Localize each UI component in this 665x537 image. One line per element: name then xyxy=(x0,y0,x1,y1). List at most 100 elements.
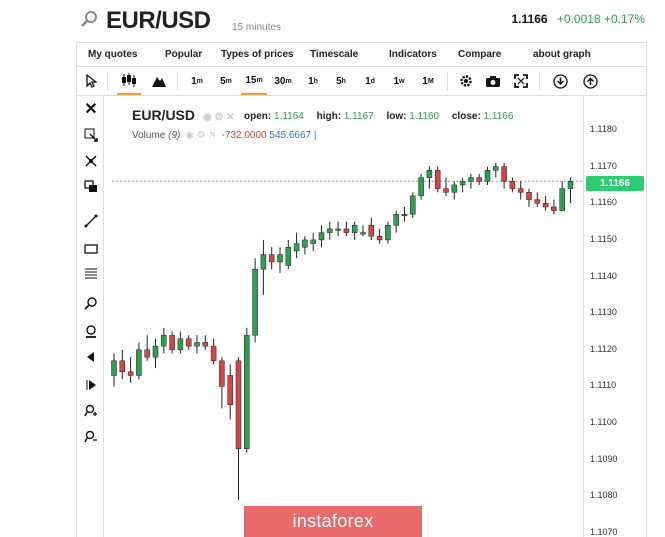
zoom-minus-icon[interactable] xyxy=(83,430,99,446)
volume-settings-icon[interactable]: ◉ ⚙ ✕ xyxy=(185,130,217,141)
candle[interactable] xyxy=(111,360,117,376)
candle[interactable] xyxy=(335,228,341,231)
candle[interactable] xyxy=(459,181,466,186)
timeframe-5h[interactable]: 5h xyxy=(329,67,353,95)
menu-types-of-prices[interactable]: Types of prices xyxy=(221,49,294,60)
visibility-icon[interactable]: ◉ ⚙ ✕ xyxy=(203,112,235,123)
candle[interactable] xyxy=(526,192,532,200)
candle[interactable] xyxy=(177,338,184,351)
cursor-icon[interactable] xyxy=(81,67,101,95)
menu-indicators[interactable]: Indicators xyxy=(389,49,437,60)
candle[interactable] xyxy=(244,334,250,449)
candle[interactable] xyxy=(277,254,283,263)
candle[interactable] xyxy=(268,254,275,263)
candle[interactable] xyxy=(302,239,308,248)
arrow-right-icon[interactable] xyxy=(83,378,99,394)
candle[interactable] xyxy=(185,338,192,347)
candlestick-chart[interactable] xyxy=(104,96,583,537)
current-price: 1.1166 xyxy=(511,12,548,26)
zoom-plus-icon[interactable] xyxy=(83,404,99,420)
candle[interactable] xyxy=(567,181,574,189)
candle[interactable] xyxy=(202,342,209,347)
candle[interactable] xyxy=(509,181,516,189)
candle[interactable] xyxy=(493,166,499,171)
candle[interactable] xyxy=(385,225,391,241)
candle[interactable] xyxy=(119,360,126,373)
candle[interactable] xyxy=(318,232,325,241)
upload-icon[interactable] xyxy=(579,67,601,95)
timeframe-5m[interactable]: 5m xyxy=(214,67,238,95)
candle[interactable] xyxy=(161,334,167,347)
candle[interactable] xyxy=(468,177,474,182)
candle[interactable] xyxy=(343,228,350,233)
candle[interactable] xyxy=(376,235,383,241)
menu-about-graph[interactable]: about graph xyxy=(533,49,591,60)
timeframe-1m[interactable]: 1m xyxy=(185,67,209,95)
candle[interactable] xyxy=(194,342,200,347)
candle[interactable] xyxy=(517,188,524,193)
zoom-out-icon[interactable] xyxy=(83,324,99,340)
arrow-left-icon[interactable] xyxy=(83,350,99,366)
timeframe-30m[interactable]: 30 m xyxy=(270,67,296,95)
magnet-icon[interactable] xyxy=(83,154,99,170)
candle[interactable] xyxy=(443,188,449,193)
gear-icon[interactable] xyxy=(455,67,477,95)
candle[interactable] xyxy=(534,199,541,204)
line-tool-icon[interactable] xyxy=(83,214,99,230)
timeframe-1w[interactable]: 1w xyxy=(387,67,411,95)
close-icon[interactable]: ✕ xyxy=(83,102,99,118)
search-icon[interactable] xyxy=(80,10,98,28)
candle[interactable] xyxy=(144,349,150,358)
candle[interactable] xyxy=(393,214,399,226)
candle[interactable] xyxy=(410,195,416,215)
cursor-cross-icon[interactable] xyxy=(83,128,99,144)
candle[interactable] xyxy=(235,360,242,449)
candle[interactable] xyxy=(136,349,142,376)
fib-levels-icon[interactable] xyxy=(83,266,99,282)
candle[interactable] xyxy=(127,371,134,376)
menu-compare[interactable]: Compare xyxy=(458,49,501,60)
candle[interactable] xyxy=(426,170,433,178)
rectangle-tool-icon[interactable] xyxy=(83,242,99,258)
menu-popular[interactable]: Popular xyxy=(165,49,202,60)
candle[interactable] xyxy=(252,268,258,336)
candle[interactable] xyxy=(360,232,366,235)
candle[interactable] xyxy=(260,254,267,270)
candle[interactable] xyxy=(227,375,233,406)
timeframe-1h[interactable]: 1h xyxy=(301,67,325,95)
menu-my-quotes[interactable]: My quotes xyxy=(88,49,137,60)
fullscreen-icon[interactable] xyxy=(510,67,532,95)
download-icon[interactable] xyxy=(549,67,571,95)
candle[interactable] xyxy=(418,177,424,197)
candle[interactable] xyxy=(327,228,333,233)
candle[interactable] xyxy=(501,166,507,182)
candle[interactable] xyxy=(310,239,316,244)
area-chart-icon[interactable] xyxy=(147,67,171,95)
candle[interactable] xyxy=(285,246,292,266)
candle[interactable] xyxy=(542,203,549,208)
candle[interactable] xyxy=(351,225,358,233)
clone-icon[interactable] xyxy=(83,180,99,196)
candle[interactable] xyxy=(210,345,217,362)
candle[interactable] xyxy=(152,345,159,358)
candle[interactable] xyxy=(551,206,557,211)
candle[interactable] xyxy=(401,214,408,217)
menu-timescale[interactable]: Timescale xyxy=(310,49,358,60)
candle[interactable] xyxy=(169,334,175,351)
camera-icon[interactable] xyxy=(482,67,504,95)
timeframe-1M[interactable]: 1M xyxy=(416,67,440,95)
y-tick-label: 1.1130 xyxy=(590,307,617,318)
zoom-in-icon[interactable] xyxy=(83,296,99,312)
candle[interactable] xyxy=(293,243,300,252)
candle[interactable] xyxy=(484,170,491,182)
candle[interactable] xyxy=(368,225,375,237)
timeframe-1d[interactable]: 1d xyxy=(358,67,382,95)
candle[interactable] xyxy=(476,177,482,182)
candle[interactable] xyxy=(219,360,225,387)
candle[interactable] xyxy=(434,170,441,189)
candle[interactable] xyxy=(559,188,565,211)
candle[interactable] xyxy=(451,184,458,193)
timeframe-15m[interactable]: 15 m xyxy=(241,67,267,95)
candles-icon[interactable] xyxy=(117,67,141,95)
low-label: low: xyxy=(386,111,407,122)
